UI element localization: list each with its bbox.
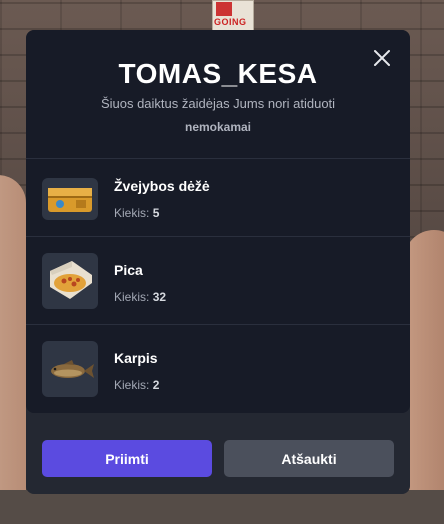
sidewalk bbox=[0, 490, 444, 524]
quantity-label: Kiekis: bbox=[114, 290, 150, 304]
carp-fish-icon bbox=[42, 341, 98, 397]
dialog-content-panel: TOMAS_KESA Šiuos daiktus žaidėjas Jums n… bbox=[26, 30, 410, 413]
item-name: Žvejybos dėžė bbox=[114, 178, 210, 194]
list-item: Karpis Kiekis: 2 bbox=[26, 324, 410, 412]
list-item: Pica Kiekis: 32 bbox=[26, 236, 410, 324]
pizza-icon bbox=[42, 253, 98, 309]
list-item: Žvejybos dėžė Kiekis: 5 bbox=[26, 158, 410, 246]
quantity-value: 5 bbox=[152, 206, 160, 220]
tackle-box-icon bbox=[42, 178, 98, 220]
item-quantity: Kiekis: 32 bbox=[114, 290, 166, 304]
accept-button[interactable]: Priimti bbox=[42, 440, 212, 477]
cancel-button[interactable]: Atšaukti bbox=[224, 440, 394, 477]
item-name: Pica bbox=[114, 262, 143, 278]
dialog-subtitle-bold: nemokamai bbox=[184, 120, 252, 134]
quantity-label: Kiekis: bbox=[114, 378, 150, 392]
dialog-subtitle: Šiuos daiktus žaidėjas Jums nori atiduot… bbox=[100, 96, 336, 111]
quantity-value: 32 bbox=[152, 290, 167, 304]
player-name-title: TOMAS_KESA bbox=[118, 58, 318, 89]
shop-sign-text: GOING bbox=[214, 17, 247, 27]
item-name: Karpis bbox=[114, 350, 158, 366]
player-character-left bbox=[0, 175, 26, 524]
trade-offer-dialog: TOMAS_KESA Šiuos daiktus žaidėjas Jums n… bbox=[26, 30, 410, 494]
item-quantity: Kiekis: 5 bbox=[114, 206, 159, 220]
item-quantity: Kiekis: 2 bbox=[114, 378, 159, 392]
shop-sign-logo bbox=[216, 2, 232, 16]
quantity-label: Kiekis: bbox=[114, 206, 150, 220]
player-character-right bbox=[404, 230, 444, 524]
quantity-value: 2 bbox=[152, 378, 160, 392]
